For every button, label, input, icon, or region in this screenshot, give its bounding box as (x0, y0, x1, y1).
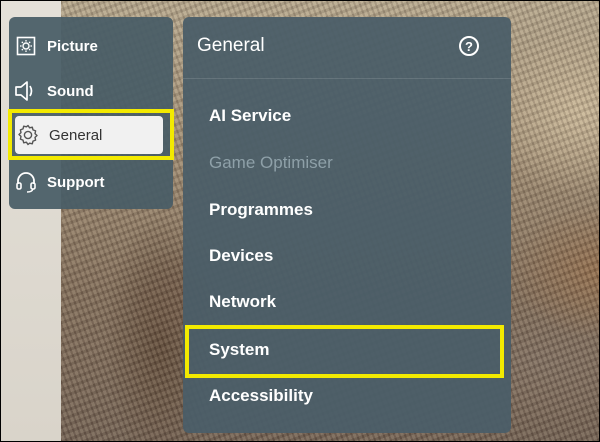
menu-item-devices[interactable]: Devices (209, 242, 273, 270)
sound-icon (13, 78, 39, 104)
tv-screen: Picture Sound General Support General ? … (0, 0, 600, 442)
panel-title: General (197, 35, 265, 56)
menu-item-network[interactable]: Network (209, 288, 276, 316)
category-label: Support (47, 173, 105, 191)
category-picture[interactable]: Picture (13, 28, 163, 64)
menu-item-game-optimiser: Game Optimiser (209, 153, 333, 172)
menu-item-accessibility[interactable]: Accessibility (209, 382, 313, 410)
help-icon[interactable]: ? (459, 36, 479, 56)
menu-item-programmes[interactable]: Programmes (209, 196, 313, 224)
headset-icon (13, 169, 39, 195)
highlight-box-system (185, 325, 504, 378)
category-sound[interactable]: Sound (13, 73, 163, 109)
category-support[interactable]: Support (13, 164, 163, 200)
category-label: Sound (47, 82, 94, 100)
menu-item-ai-service[interactable]: AI Service (209, 102, 291, 130)
category-label: Picture (47, 37, 98, 55)
picture-icon (13, 33, 39, 59)
divider (183, 78, 511, 79)
highlight-box-general (8, 109, 174, 160)
